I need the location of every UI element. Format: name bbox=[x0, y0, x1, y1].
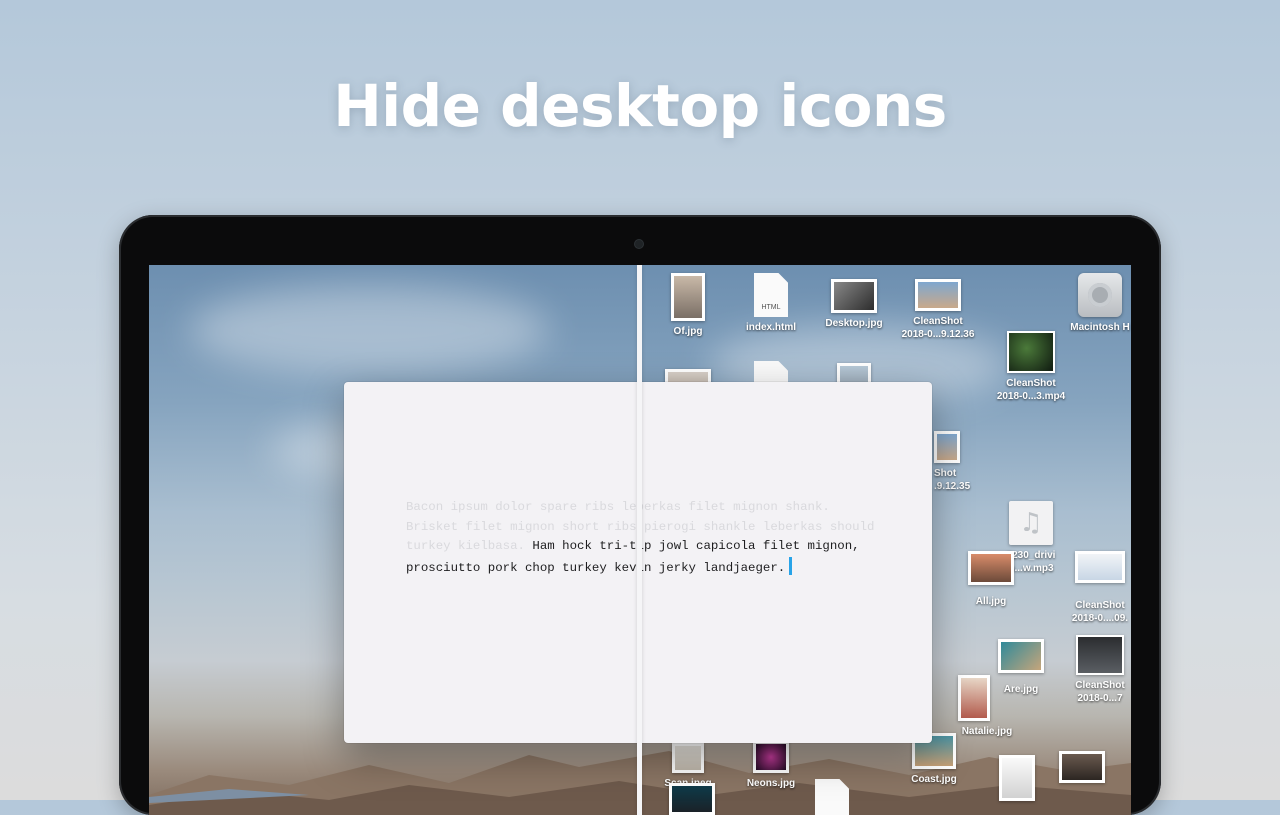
desktop-icon-label: CleanShot 2018-0...9.12.36 bbox=[901, 316, 975, 340]
desktop-icon-label: Of.jpg bbox=[673, 326, 703, 337]
laptop-frame: Of.jpg HTML index.html Desktop.jpg Clean… bbox=[119, 215, 1161, 815]
desktop-icon-cleanshot-3[interactable]: CleanShot 2018-0....09. bbox=[1060, 551, 1131, 625]
split-divider-handle[interactable] bbox=[637, 265, 642, 815]
desktop-icon-label: Coast.jpg bbox=[911, 774, 957, 785]
text-cursor bbox=[789, 556, 793, 575]
desktop-icon-partial-6[interactable] bbox=[792, 779, 872, 815]
desktop-icon-cleanshot-4[interactable]: CleanShot 2018-0...7 bbox=[1060, 635, 1131, 705]
desktop-icon-natalie-jpg[interactable]: Natalie.jpg bbox=[934, 675, 1014, 738]
desktop-icon-desktop-jpg[interactable]: Desktop.jpg bbox=[814, 279, 894, 330]
camera-icon bbox=[635, 240, 643, 248]
desktop-icon-label: CleanShot 2018-0...7 bbox=[1075, 680, 1125, 704]
image-file-icon bbox=[672, 743, 704, 773]
desktop-icon-label: All.jpg bbox=[975, 596, 1007, 607]
image-file-icon bbox=[1075, 551, 1125, 583]
desktop-icon-partial-5[interactable] bbox=[1042, 751, 1122, 783]
desktop-icon-label: Desktop.jpg bbox=[825, 318, 883, 329]
desktop-icon-cleanshot-mp4[interactable]: CleanShot 2018-0...3.mp4 bbox=[991, 331, 1071, 403]
image-file-icon bbox=[998, 639, 1044, 673]
video-file-icon bbox=[1007, 331, 1055, 373]
image-file-icon bbox=[1076, 635, 1124, 675]
audio-file-icon: ♫ bbox=[1009, 501, 1053, 545]
desktop-icon-index-html[interactable]: HTML index.html bbox=[731, 273, 811, 334]
desktop-icon-partial-7[interactable] bbox=[652, 783, 732, 815]
desktop-icon-label: CleanShot 2018-0....09. bbox=[1071, 600, 1129, 624]
image-file-icon bbox=[958, 675, 990, 721]
image-file-icon bbox=[968, 551, 1014, 585]
desktop-icon-cleanshot-1[interactable]: CleanShot 2018-0...9.12.36 bbox=[898, 279, 978, 341]
hard-drive-icon bbox=[1078, 273, 1122, 317]
document-file-icon bbox=[815, 779, 849, 815]
desktop-icon-all-jpg[interactable]: All.jpg bbox=[951, 551, 1031, 608]
image-file-icon bbox=[999, 755, 1035, 801]
desktop-icon-label: index.html bbox=[745, 322, 796, 333]
image-file-icon bbox=[915, 279, 961, 311]
image-file-icon bbox=[669, 783, 715, 815]
image-file-icon bbox=[1059, 751, 1105, 783]
headline: Hide desktop icons bbox=[333, 72, 947, 140]
image-file-icon bbox=[753, 741, 789, 773]
desktop-icon-macintosh-hd[interactable]: Macintosh H bbox=[1060, 273, 1131, 334]
image-file-icon bbox=[934, 431, 960, 463]
editor-active-text-line1: Ham hock tri-tip jowl capicola filet mig… bbox=[532, 539, 860, 553]
html-file-icon: HTML bbox=[754, 273, 788, 317]
laptop-screen: Of.jpg HTML index.html Desktop.jpg Clean… bbox=[149, 265, 1131, 815]
image-file-icon bbox=[831, 279, 877, 313]
desktop-icon-of-jpg[interactable]: Of.jpg bbox=[648, 273, 728, 338]
editor-active-text-line2: prosciutto pork chop turkey kevin jerky … bbox=[406, 560, 786, 575]
desktop-icon-label: CleanShot 2018-0...3.mp4 bbox=[996, 378, 1066, 402]
image-file-icon bbox=[671, 273, 705, 321]
